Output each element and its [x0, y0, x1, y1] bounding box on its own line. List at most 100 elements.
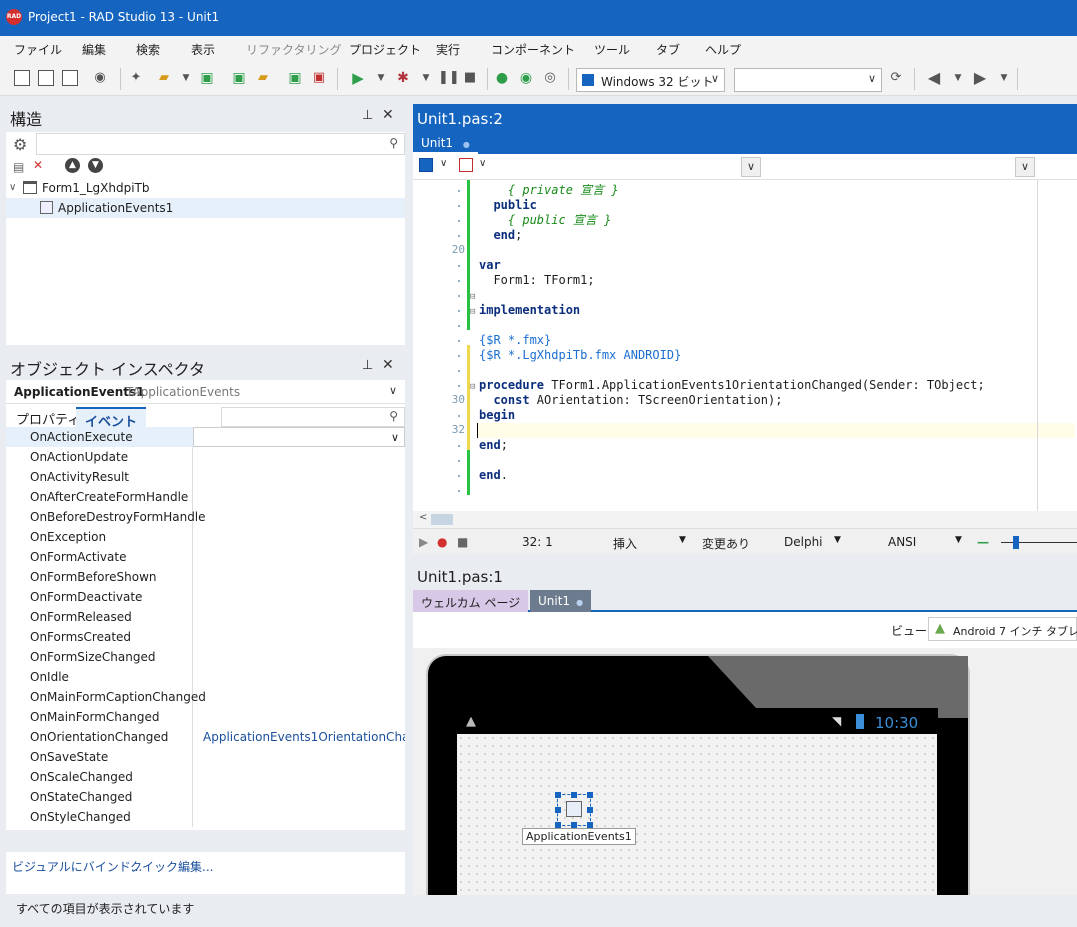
menu-file[interactable]: ファイル [14, 41, 62, 58]
structure-search-input[interactable]: ⚲ [36, 133, 405, 155]
play-macro-icon[interactable]: ▶ [419, 535, 428, 549]
event-row[interactable]: OnFormActivate [6, 547, 405, 567]
class-browser-icon[interactable] [419, 158, 433, 172]
back-arrow-icon[interactable]: ◀ [926, 70, 942, 86]
horizontal-scrollbar[interactable]: < [413, 511, 1077, 528]
chevron-down-icon[interactable]: ▼ [178, 70, 194, 86]
device-select[interactable]: ▲ Android 7 インチ タブレット [928, 617, 1077, 641]
project-file-icon[interactable] [62, 70, 78, 86]
open-file-icon[interactable] [38, 70, 54, 86]
tab-properties[interactable]: プロパティ [16, 409, 80, 428]
pin-icon[interactable]: ⊥ [362, 358, 373, 373]
chevron-down-icon[interactable]: ∨ [479, 158, 486, 169]
code-line[interactable]: end. [479, 468, 508, 483]
event-row[interactable]: OnStateChanged [6, 787, 405, 807]
tree-item-form[interactable]: ∨ Form1_LgXhdpiTb [6, 178, 405, 198]
event-row[interactable]: OnFormBeforeShown [6, 567, 405, 587]
chevron-down-icon[interactable]: ▼ [996, 70, 1012, 86]
open-folder-icon[interactable]: ▰ [156, 70, 172, 86]
menu-view[interactable]: 表示 [191, 41, 215, 58]
code-line[interactable]: public [479, 198, 536, 213]
add-to-project-icon[interactable]: ▣ [287, 70, 303, 86]
method-list-icon[interactable] [459, 158, 473, 172]
code-line[interactable]: procedure TForm1.ApplicationEvents1Orien… [479, 378, 985, 393]
new-item-icon[interactable]: ✦ [128, 70, 144, 86]
chevron-down-icon[interactable]: ▼ [950, 70, 966, 86]
stop-macro-icon[interactable]: ■ [457, 535, 468, 549]
tab-unit1-designer[interactable]: Unit1 ● [530, 590, 592, 612]
chevron-down-icon[interactable]: ∨ [9, 178, 16, 198]
chevron-down-icon[interactable]: ∨ [440, 158, 447, 169]
code-line[interactable]: const AOrientation: TScreenOrientation); [479, 393, 782, 408]
menu-tools[interactable]: ツール [594, 41, 630, 58]
tree-item-application-events[interactable]: ApplicationEvents1 [6, 198, 405, 218]
code-line[interactable] [477, 423, 1075, 438]
refresh-platform-icon[interactable]: ⟳ [888, 70, 904, 86]
inspector-search-input[interactable]: ⚲ [221, 407, 405, 427]
forward-arrow-icon[interactable]: ▶ [972, 70, 988, 86]
insert-mode[interactable]: 挿入 [613, 535, 637, 552]
gear-icon[interactable]: ⚙ [13, 135, 27, 154]
component-selector[interactable]: ApplicationEvents1 TApplicationEvents ∨ [6, 380, 405, 404]
pin-icon[interactable]: ⊥ [362, 108, 373, 123]
configuration-select[interactable]: ∨ [734, 68, 882, 92]
chevron-down-icon[interactable]: ▼ [679, 535, 686, 545]
code-line[interactable]: { public 宣言 } [479, 213, 611, 228]
menu-search[interactable]: 検索 [136, 41, 160, 58]
event-row[interactable]: OnSaveState [6, 747, 405, 767]
menu-help[interactable]: ヘルプ [705, 41, 741, 58]
menu-refactor[interactable]: リファクタリング [246, 41, 342, 58]
code-editor[interactable]: { private 宣言 } public { public 宣言 } end;… [413, 180, 1077, 511]
run-icon[interactable]: ▶ [350, 70, 366, 86]
web-icon[interactable]: ◉ [92, 70, 108, 86]
event-row[interactable]: OnBeforeDestroyFormHandle [6, 507, 405, 527]
chevron-down-icon[interactable]: ▼ [373, 70, 389, 86]
event-row[interactable]: OnFormReleased [6, 607, 405, 627]
menu-tabs[interactable]: タブ [656, 41, 680, 58]
save-icon[interactable]: ▣ [199, 70, 215, 86]
code-line[interactable]: end; [479, 228, 522, 243]
collapse-icon[interactable]: ⊟ [470, 307, 475, 317]
code-line[interactable]: {$R *.fmx} [479, 333, 551, 348]
move-down-icon[interactable]: ▼ [88, 158, 103, 173]
collapse-icon[interactable]: ⊟ [470, 292, 475, 302]
close-icon[interactable]: ✕ [382, 357, 394, 373]
chevron-down-icon[interactable]: ▼ [955, 535, 962, 545]
tab-welcome-page[interactable]: ウェルカム ページ [413, 590, 529, 612]
menu-component[interactable]: コンポーネント [491, 41, 575, 58]
code-line[interactable]: implementation [479, 303, 580, 318]
close-icon[interactable]: ✕ [382, 107, 394, 123]
trace-into-icon[interactable]: ◉ [518, 70, 534, 86]
event-row[interactable]: OnFormsCreated [6, 627, 405, 647]
code-line[interactable]: var [479, 258, 501, 273]
language-select[interactable]: Delphi [784, 535, 823, 549]
collapse-icon[interactable]: ⊟ [470, 382, 475, 392]
save-all-icon[interactable]: ▣ [231, 70, 247, 86]
chevron-down-icon[interactable]: ▼ [834, 535, 841, 545]
close-tab-icon[interactable]: ● [463, 140, 470, 149]
record-macro-icon[interactable]: ● [437, 535, 447, 549]
pause-icon[interactable]: ❚❚ [438, 70, 460, 86]
method-select[interactable]: ∨ [1015, 157, 1035, 177]
move-up-icon[interactable]: ▲ [65, 158, 80, 173]
event-row[interactable]: OnActivityResult [6, 467, 405, 487]
delete-icon[interactable]: ✕ [33, 158, 43, 172]
zoom-slider-thumb[interactable] [1013, 536, 1019, 549]
encoding-select[interactable]: ANSI [888, 535, 916, 549]
event-row[interactable]: OnOrientationChanged ApplicationEvents1Or… [6, 727, 405, 747]
event-row[interactable]: OnMainFormChanged [6, 707, 405, 727]
close-tab-icon[interactable]: ● [576, 598, 583, 607]
open-project-icon[interactable]: ▰ [255, 70, 271, 86]
run-to-cursor-icon[interactable]: ◎ [542, 70, 558, 86]
stop-icon[interactable]: ■ [462, 70, 478, 86]
code-line[interactable]: {$R *.LgXhdpiTb.fmx ANDROID} [479, 348, 681, 363]
event-row[interactable]: OnMainFormCaptionChanged [6, 687, 405, 707]
event-row[interactable]: OnIdle [6, 667, 405, 687]
code-line[interactable]: begin [479, 408, 515, 423]
run-without-debug-icon[interactable]: ✱ [395, 70, 411, 86]
new-item-icon[interactable]: ▤ [13, 160, 24, 174]
scroll-left-icon[interactable]: < [419, 512, 427, 523]
event-row[interactable]: OnAfterCreateFormHandle [6, 487, 405, 507]
event-value-select[interactable]: ∨ [193, 427, 405, 447]
code-line[interactable]: end; [479, 438, 508, 453]
